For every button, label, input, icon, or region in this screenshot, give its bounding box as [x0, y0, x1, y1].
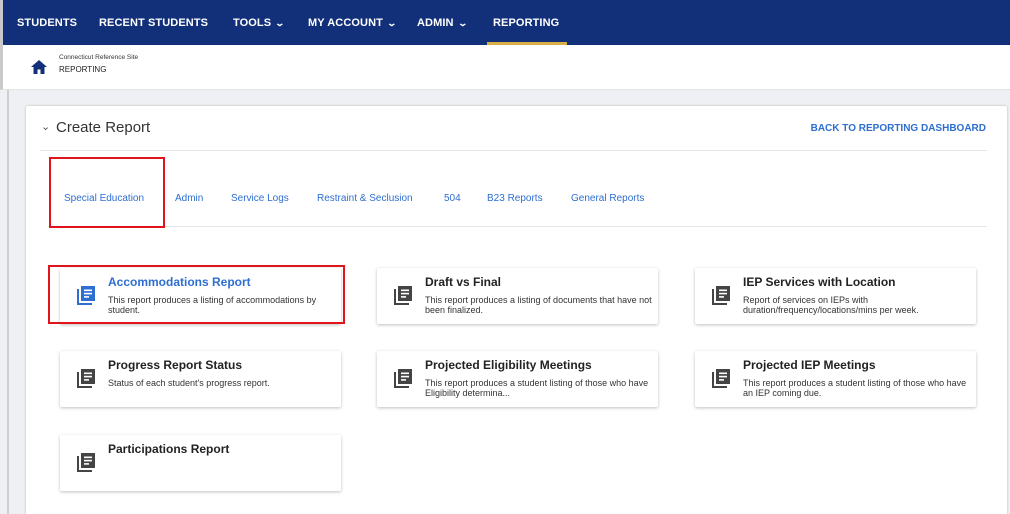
report-card-draft-vs-final[interactable]: Draft vs Final This report produces a li…	[377, 268, 658, 324]
nav-reporting[interactable]: REPORTING	[486, 0, 568, 45]
report-icon	[77, 369, 95, 388]
tab-restraint-seclusion[interactable]: Restraint & Seclusion	[317, 193, 413, 204]
report-card-projected-iep[interactable]: Projected IEP Meetings This report produ…	[695, 351, 976, 407]
report-description: This report produces a student listing o…	[425, 378, 649, 398]
chevron-down-icon: ⌄	[274, 18, 286, 28]
report-card-projected-eligibility[interactable]: Projected Eligibility Meetings This repo…	[377, 351, 658, 407]
tab-general-reports[interactable]: General Reports	[571, 193, 644, 204]
content-left-border	[7, 90, 9, 514]
nav-admin[interactable]: ADMIN ⌄	[417, 0, 468, 45]
chevron-down-icon: ⌄	[457, 18, 468, 28]
report-title: Draft vs Final	[425, 275, 502, 289]
report-icon	[77, 453, 95, 472]
report-description: Report of services on IEPs with duration…	[743, 295, 919, 315]
breadcrumb: Connecticut Reference Site REPORTING	[0, 45, 1010, 90]
report-icon	[394, 369, 412, 388]
home-icon[interactable]	[30, 59, 48, 75]
nav-students[interactable]: STUDENTS	[17, 0, 77, 45]
report-card-iep-services-location[interactable]: IEP Services with Location Report of ser…	[695, 268, 976, 324]
tab-b23-reports[interactable]: B23 Reports	[487, 193, 543, 204]
report-icon	[712, 286, 730, 305]
tab-highlight-box	[49, 157, 165, 228]
report-title: Participations Report	[108, 442, 230, 456]
card-highlight-box	[48, 265, 345, 324]
report-card-progress-report-status[interactable]: Progress Report Status Status of each st…	[60, 351, 341, 407]
nav-my-account[interactable]: MY ACCOUNT ⌄	[308, 0, 398, 45]
top-navigation-bar: STUDENTS RECENT STUDENTS TOOLS ⌄ MY ACCOU…	[0, 0, 1010, 45]
report-category-tabs: Special Education Admin Service Logs Res…	[48, 157, 987, 227]
report-description: This report produces a student listing o…	[743, 378, 967, 398]
report-icon	[712, 369, 730, 388]
tab-service-logs[interactable]: Service Logs	[231, 193, 289, 204]
nav-tools[interactable]: TOOLS ⌄	[233, 0, 286, 45]
breadcrumb-page: REPORTING	[59, 65, 107, 74]
tab-504[interactable]: 504	[444, 193, 461, 204]
panel-title[interactable]: Create Report	[56, 119, 150, 136]
divider	[40, 150, 987, 151]
back-to-dashboard-link[interactable]: BACK TO REPORTING DASHBOARD	[811, 123, 986, 134]
report-description: This report produces a listing of docume…	[425, 295, 652, 315]
tab-admin[interactable]: Admin	[175, 193, 203, 204]
nav-recent-students[interactable]: RECENT STUDENTS	[99, 0, 208, 45]
report-title: Projected IEP Meetings	[743, 358, 876, 372]
chevron-down-icon[interactable]: ⌄	[41, 120, 50, 133]
report-title: Progress Report Status	[108, 358, 243, 372]
report-title: IEP Services with Location	[743, 275, 896, 289]
chevron-down-icon: ⌄	[386, 18, 398, 28]
report-title: Projected Eligibility Meetings	[425, 358, 592, 372]
report-card-participations[interactable]: Participations Report	[60, 435, 341, 491]
report-icon	[394, 286, 412, 305]
breadcrumb-site: Connecticut Reference Site	[59, 54, 139, 61]
report-description: Status of each student's progress report…	[108, 378, 270, 388]
